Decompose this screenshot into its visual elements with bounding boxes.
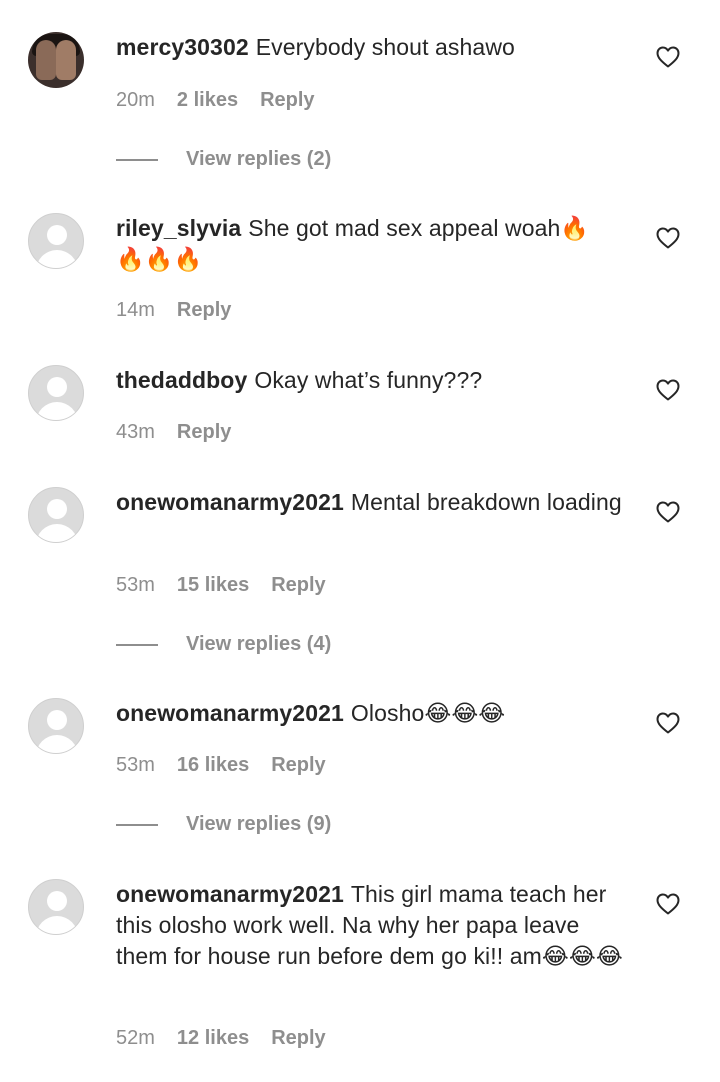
view-replies-label: View replies (9) bbox=[186, 813, 332, 835]
view-replies-button[interactable]: View replies (4) bbox=[116, 633, 331, 656]
username[interactable]: onewomanarmy2021 bbox=[116, 489, 344, 515]
timestamp: 43m bbox=[116, 421, 155, 443]
timestamp: 14m bbox=[116, 299, 155, 321]
comments-list: mercy30302 Everybody shout ashawo 20m 2 l… bbox=[0, 0, 720, 1082]
comment-text: onewomanarmy2021 Olosho😂😂😂 bbox=[116, 698, 631, 729]
comment-text: onewomanarmy2021 Mental breakdown loading bbox=[116, 487, 631, 518]
timestamp: 53m bbox=[116, 754, 155, 776]
comment-meta: 14m Reply bbox=[116, 298, 231, 322]
timestamp: 53m bbox=[116, 574, 155, 596]
username[interactable]: onewomanarmy2021 bbox=[116, 700, 344, 726]
heart-outline-icon[interactable] bbox=[656, 379, 680, 401]
reply-button[interactable]: Reply bbox=[271, 753, 325, 777]
default-avatar-icon[interactable] bbox=[28, 879, 84, 935]
view-replies-label: View replies (4) bbox=[186, 633, 332, 655]
view-replies-button[interactable]: View replies (2) bbox=[116, 148, 331, 171]
comment-meta: 52m 12 likes Reply bbox=[116, 1026, 326, 1050]
divider-line bbox=[116, 823, 158, 826]
likes-count[interactable]: 12 likes bbox=[177, 1026, 249, 1050]
default-avatar-icon[interactable] bbox=[28, 213, 84, 269]
divider-line bbox=[116, 643, 158, 646]
heart-outline-icon[interactable] bbox=[656, 501, 680, 523]
comment-meta: 53m 16 likes Reply bbox=[116, 753, 326, 777]
avatar[interactable] bbox=[28, 32, 84, 88]
likes-count[interactable]: 16 likes bbox=[177, 753, 249, 777]
default-avatar-icon[interactable] bbox=[28, 698, 84, 754]
default-avatar-icon[interactable] bbox=[28, 487, 84, 543]
likes-count[interactable]: 15 likes bbox=[177, 573, 249, 597]
comment-meta: 53m 15 likes Reply bbox=[116, 573, 326, 597]
heart-outline-icon[interactable] bbox=[656, 227, 680, 249]
username[interactable]: riley_slyvia bbox=[116, 215, 241, 241]
heart-outline-icon[interactable] bbox=[656, 46, 680, 68]
divider-line bbox=[116, 158, 158, 161]
comment-text: thedaddboy Okay what’s funny??? bbox=[116, 365, 631, 396]
comment-body: Olosho😂😂😂 bbox=[350, 700, 506, 726]
comment-meta: 43m Reply bbox=[116, 420, 231, 444]
heart-outline-icon[interactable] bbox=[656, 893, 680, 915]
heart-outline-icon[interactable] bbox=[656, 712, 680, 734]
comment-text: riley_slyvia She got mad sex appeal woah🔥… bbox=[116, 213, 606, 275]
username[interactable]: thedaddboy bbox=[116, 367, 247, 393]
timestamp: 52m bbox=[116, 1027, 155, 1049]
comment-meta: 20m 2 likes Reply bbox=[116, 88, 315, 112]
reply-button[interactable]: Reply bbox=[177, 420, 231, 444]
comment-body: Okay what’s funny??? bbox=[254, 367, 483, 393]
reply-button[interactable]: Reply bbox=[271, 573, 325, 597]
reply-button[interactable]: Reply bbox=[260, 88, 314, 112]
username[interactable]: mercy30302 bbox=[116, 34, 249, 60]
comment-text: mercy30302 Everybody shout ashawo bbox=[116, 32, 631, 63]
likes-count[interactable]: 2 likes bbox=[177, 88, 238, 112]
comment-body: Mental breakdown loading bbox=[350, 489, 622, 515]
default-avatar-icon[interactable] bbox=[28, 365, 84, 421]
username[interactable]: onewomanarmy2021 bbox=[116, 881, 344, 907]
comment-text: onewomanarmy2021 This girl mama teach her… bbox=[116, 879, 628, 972]
reply-button[interactable]: Reply bbox=[177, 298, 231, 322]
view-replies-button[interactable]: View replies (9) bbox=[116, 813, 331, 836]
view-replies-label: View replies (2) bbox=[186, 148, 332, 170]
comment-body: Everybody shout ashawo bbox=[255, 34, 515, 60]
reply-button[interactable]: Reply bbox=[271, 1026, 325, 1050]
timestamp: 20m bbox=[116, 89, 155, 111]
